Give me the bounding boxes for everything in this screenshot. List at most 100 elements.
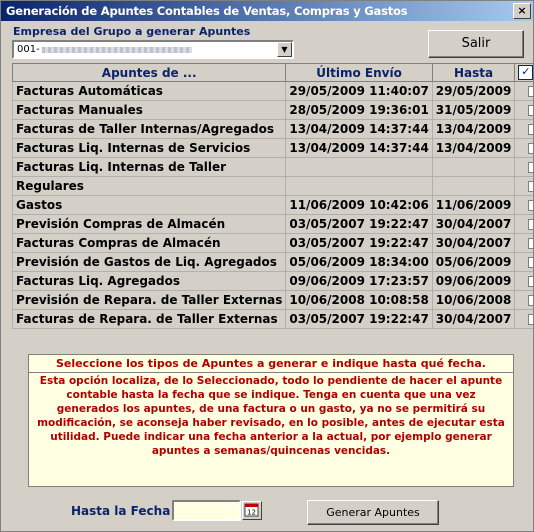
row-until: 13/04/2009	[431, 138, 516, 158]
title-bar: Generación de Apuntes Contables de Venta…	[1, 1, 533, 21]
date-input[interactable]	[172, 500, 241, 521]
header-ultimo-envio[interactable]: Último Envío	[285, 63, 433, 82]
table-row[interactable]: Facturas Liq. Internas de Taller	[11, 157, 533, 177]
select-all-icon[interactable]: ✓	[518, 65, 533, 80]
row-checkbox[interactable]	[528, 200, 533, 211]
company-select[interactable]: 001- ▼	[12, 40, 294, 59]
row-select-cell	[514, 119, 533, 139]
row-last-sent: 05/06/2009 18:34:00	[285, 252, 433, 272]
row-select-cell	[514, 195, 533, 215]
info-panel: Seleccione los tipos de Apuntes a genera…	[28, 354, 514, 487]
row-until	[431, 176, 516, 196]
row-checkbox[interactable]	[528, 276, 533, 287]
row-last-sent: 13/04/2009 14:37:44	[285, 138, 433, 158]
row-checkbox[interactable]	[528, 238, 533, 249]
row-select-cell	[514, 290, 533, 310]
row-checkbox[interactable]	[528, 124, 533, 135]
row-last-sent: 10/06/2008 10:08:58	[285, 290, 433, 310]
row-checkbox[interactable]	[528, 162, 533, 173]
svg-text:12: 12	[247, 509, 256, 517]
table-row[interactable]: Previsión de Gastos de Liq. Agregados 05/…	[11, 252, 533, 272]
row-checkbox[interactable]	[528, 219, 533, 230]
close-button[interactable]: ×	[513, 3, 531, 19]
row-last-sent: 03/05/2007 19:22:47	[285, 214, 433, 234]
company-name-redacted	[42, 47, 192, 53]
row-last-sent: 09/06/2009 17:23:57	[285, 271, 433, 291]
calendar-button[interactable]: 12	[242, 501, 262, 520]
header-apuntes[interactable]: Apuntes de ...	[11, 63, 287, 82]
row-checkbox[interactable]	[528, 86, 533, 97]
row-last-sent	[285, 157, 433, 177]
row-select-cell	[514, 214, 533, 234]
chevron-down-icon[interactable]: ▼	[277, 42, 292, 57]
row-select-cell	[514, 233, 533, 253]
row-name: Regulares	[11, 176, 287, 196]
row-until: 29/05/2009	[431, 81, 516, 101]
row-select-cell	[514, 138, 533, 158]
row-last-sent	[285, 176, 433, 196]
table-row[interactable]: Previsión de Repara. de Taller Externas 1…	[11, 290, 533, 310]
row-until: 30/04/2007	[431, 309, 516, 329]
row-checkbox[interactable]	[528, 257, 533, 268]
row-last-sent: 28/05/2009 19:36:01	[285, 100, 433, 120]
header-hasta[interactable]: Hasta	[431, 63, 516, 82]
row-name: Previsión de Repara. de Taller Externas	[11, 290, 287, 310]
app-window: Generación de Apuntes Contables de Venta…	[0, 0, 534, 532]
row-until	[431, 157, 516, 177]
row-last-sent: 11/06/2009 10:42:06	[285, 195, 433, 215]
info-title: Seleccione los tipos de Apuntes a genera…	[29, 355, 513, 373]
row-last-sent: 29/05/2009 11:40:07	[285, 81, 433, 101]
row-name: Previsión de Gastos de Liq. Agregados	[11, 252, 287, 272]
row-checkbox[interactable]	[528, 314, 533, 325]
row-until: 13/04/2009	[431, 119, 516, 139]
row-until: 30/04/2007	[431, 233, 516, 253]
table-header-row: Apuntes de ... Último Envío Hasta ✓✕	[11, 63, 533, 82]
info-body: Esta opción localiza, de lo Seleccionado…	[37, 375, 505, 457]
header-select-actions: ✓✕	[514, 63, 533, 82]
row-until: 31/05/2009	[431, 100, 516, 120]
table-row[interactable]: Facturas Liq. Agregados 09/06/2009 17:23:…	[11, 271, 533, 291]
row-name: Facturas Automáticas	[11, 81, 287, 101]
row-name: Facturas de Repara. de Taller Externas	[11, 309, 287, 329]
row-name: Facturas Compras de Almacén	[11, 233, 287, 253]
date-label: Hasta la Fecha	[71, 504, 171, 518]
row-until: 30/04/2007	[431, 214, 516, 234]
row-until: 10/06/2008	[431, 290, 516, 310]
row-name: Gastos	[11, 195, 287, 215]
table-row[interactable]: Facturas de Taller Internas/Agregados 13/…	[11, 119, 533, 139]
table-row[interactable]: Gastos 11/06/2009 10:42:06 11/06/2009	[11, 195, 533, 215]
window-title: Generación de Apuntes Contables de Venta…	[6, 4, 408, 18]
row-name: Facturas Manuales	[11, 100, 287, 120]
row-select-cell	[514, 176, 533, 196]
generar-apuntes-button[interactable]: Generar Apuntes	[307, 500, 439, 525]
row-checkbox[interactable]	[528, 181, 533, 192]
row-name: Facturas Liq. Internas de Servicios	[11, 138, 287, 158]
row-checkbox[interactable]	[528, 143, 533, 154]
table-row[interactable]: Facturas Manuales 28/05/2009 19:36:01 31/0…	[11, 100, 533, 120]
row-checkbox[interactable]	[528, 295, 533, 306]
table-row[interactable]: Regulares	[11, 176, 533, 196]
row-select-cell	[514, 252, 533, 272]
table-row[interactable]: Facturas Automáticas 29/05/2009 11:40:07 2…	[11, 81, 533, 101]
row-until: 05/06/2009	[431, 252, 516, 272]
row-name: Facturas de Taller Internas/Agregados	[11, 119, 287, 139]
row-name: Facturas Liq. Internas de Taller	[11, 157, 287, 177]
row-last-sent: 13/04/2009 14:37:44	[285, 119, 433, 139]
company-value: 001-	[17, 44, 40, 55]
row-select-cell	[514, 81, 533, 101]
row-checkbox[interactable]	[528, 105, 533, 116]
salir-button[interactable]: Salir	[428, 30, 524, 58]
table-row[interactable]: Facturas Liq. Internas de Servicios 13/04…	[11, 138, 533, 158]
row-select-cell	[514, 271, 533, 291]
row-last-sent: 03/05/2007 19:22:47	[285, 233, 433, 253]
row-name: Facturas Liq. Agregados	[11, 271, 287, 291]
table-row[interactable]: Facturas de Repara. de Taller Externas 03…	[11, 309, 533, 329]
row-select-cell	[514, 309, 533, 329]
company-label: Empresa del Grupo a generar Apuntes	[13, 25, 251, 38]
table-row[interactable]: Previsión Compras de Almacén 03/05/2007 1…	[11, 214, 533, 234]
row-until: 11/06/2009	[431, 195, 516, 215]
row-select-cell	[514, 157, 533, 177]
row-select-cell	[514, 100, 533, 120]
row-last-sent: 03/05/2007 19:22:47	[285, 309, 433, 329]
table-row[interactable]: Facturas Compras de Almacén 03/05/2007 19…	[11, 233, 533, 253]
